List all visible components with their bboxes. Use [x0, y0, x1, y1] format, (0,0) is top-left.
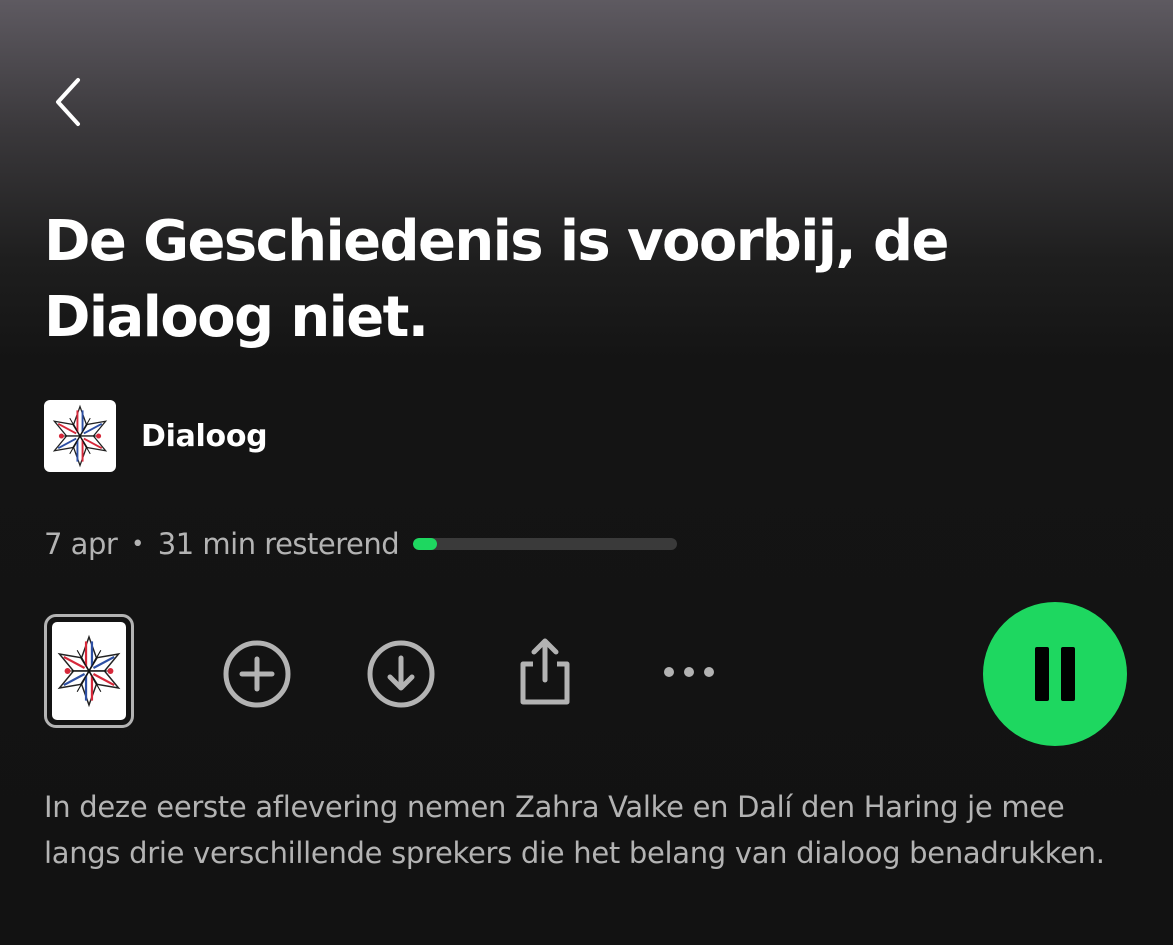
podcast-cover: [44, 400, 116, 472]
episode-controls: [0, 600, 1173, 750]
download-button[interactable]: [364, 639, 438, 713]
share-icon: [514, 636, 576, 712]
add-button[interactable]: [220, 639, 294, 713]
meta-separator: •: [131, 531, 144, 557]
more-options-button[interactable]: [656, 656, 722, 692]
time-remaining: 31 min resterend: [157, 527, 400, 561]
pause-icon: [1029, 647, 1081, 701]
podcast-link[interactable]: Dialoog: [44, 400, 268, 472]
episode-cover-button[interactable]: [44, 614, 134, 728]
download-circle-icon: [366, 639, 436, 713]
share-button[interactable]: [510, 636, 580, 712]
progress-fill: [413, 538, 437, 550]
episode-title: De Geschiedenis is voorbij, de Dialoog n…: [44, 209, 949, 350]
more-horizontal-icon: [661, 664, 717, 684]
progress-bar: [413, 538, 678, 550]
plus-circle-icon: [222, 639, 292, 713]
episode-date: 7 apr: [44, 527, 118, 561]
back-button[interactable]: [40, 74, 96, 134]
podcast-name: Dialoog: [141, 418, 268, 454]
episode-description: In deze eerste aflevering nemen Zahra Va…: [44, 790, 1105, 870]
episode-meta: 7 apr • 31 min resterend: [44, 522, 678, 566]
episode-cover: [52, 622, 126, 720]
pause-button[interactable]: [983, 602, 1127, 746]
chevron-left-icon: [50, 76, 86, 132]
